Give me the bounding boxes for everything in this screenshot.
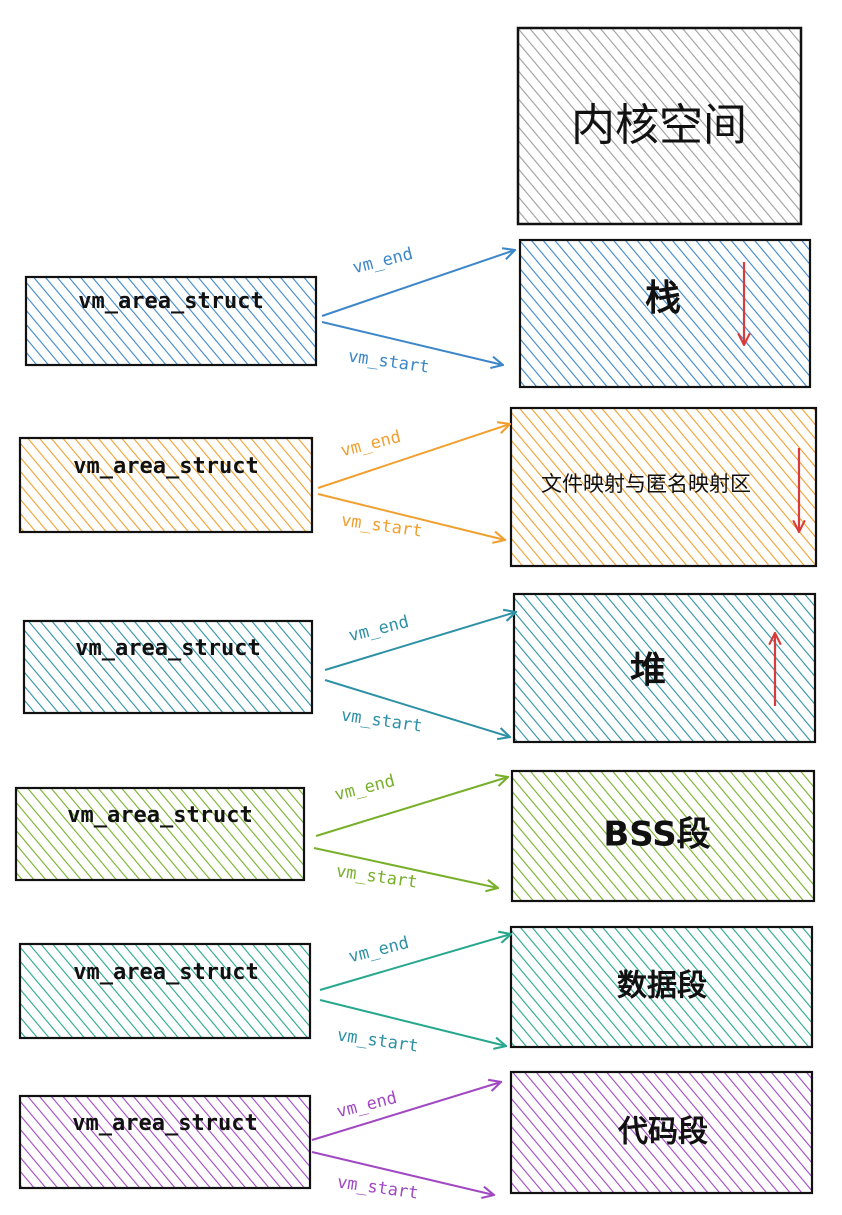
vm-area-struct-label: vm_area_struct bbox=[73, 454, 258, 479]
vm-area-struct-box bbox=[18, 1094, 312, 1190]
vm-start-label: vm_start bbox=[347, 346, 431, 377]
vm-start-label: vm_start bbox=[335, 861, 419, 892]
vma-row-stack: vm_area_struct 栈 vm_end vm_start bbox=[24, 238, 812, 389]
vm-start-label: vm_start bbox=[336, 1025, 420, 1056]
kernel-space-region: 内核空间 bbox=[516, 26, 803, 226]
vm-area-struct-label: vm_area_struct bbox=[73, 960, 258, 985]
vma-row-heap: vm_area_struct 堆 vm_end vm_start bbox=[22, 592, 817, 744]
vma-row-data: vm_area_struct 数据段 vm_end vm_start bbox=[18, 925, 814, 1057]
vma-diagram: 内核空间 vm_area_struct 栈 vm_end vm_start vm… bbox=[14, 26, 818, 1204]
vm-end-label: vm_end bbox=[339, 427, 403, 461]
region-label-stack: 栈 bbox=[645, 278, 681, 319]
vma-row-mmap: vm_area_struct 文件映射与匿名映射区 vm_end vm_star… bbox=[18, 406, 818, 568]
vm-area-struct-box bbox=[22, 619, 314, 715]
region-label-data: 数据段 bbox=[617, 969, 707, 1004]
vm-area-struct-box bbox=[18, 942, 312, 1040]
vm-end-label: vm_end bbox=[347, 612, 411, 646]
vm-start-label: vm_start bbox=[336, 1172, 420, 1203]
vm-area-struct-box bbox=[14, 786, 306, 882]
vm-area-struct-box bbox=[18, 436, 314, 534]
vm-area-struct-label: vm_area_struct bbox=[72, 1111, 257, 1136]
vm-end-label: vm_end bbox=[333, 771, 397, 805]
vma-row-bss: vm_area_struct BSS段 vm_end vm_start bbox=[14, 769, 816, 903]
vm-area-struct-label: vm_area_struct bbox=[67, 803, 252, 828]
vm-end-label: vm_end bbox=[347, 933, 411, 967]
region-label-heap: 堆 bbox=[630, 650, 666, 691]
vm-start-label: vm_start bbox=[340, 510, 424, 541]
kernel-space-label: 内核空间 bbox=[571, 100, 747, 151]
vm-area-struct-label: vm_area_struct bbox=[78, 289, 263, 314]
vma-row-code: vm_area_struct 代码段 vm_end vm_start bbox=[18, 1070, 814, 1204]
vm-end-label: vm_end bbox=[351, 244, 415, 278]
region-label-bss: BSS段 bbox=[603, 815, 710, 855]
vm-end-arrow bbox=[319, 934, 511, 991]
region-label-code: 代码段 bbox=[617, 1115, 708, 1150]
region-label-mmap: 文件映射与匿名映射区 bbox=[541, 472, 751, 496]
vm-area-struct-label: vm_area_struct bbox=[75, 636, 260, 661]
vm-start-label: vm_start bbox=[340, 705, 424, 736]
